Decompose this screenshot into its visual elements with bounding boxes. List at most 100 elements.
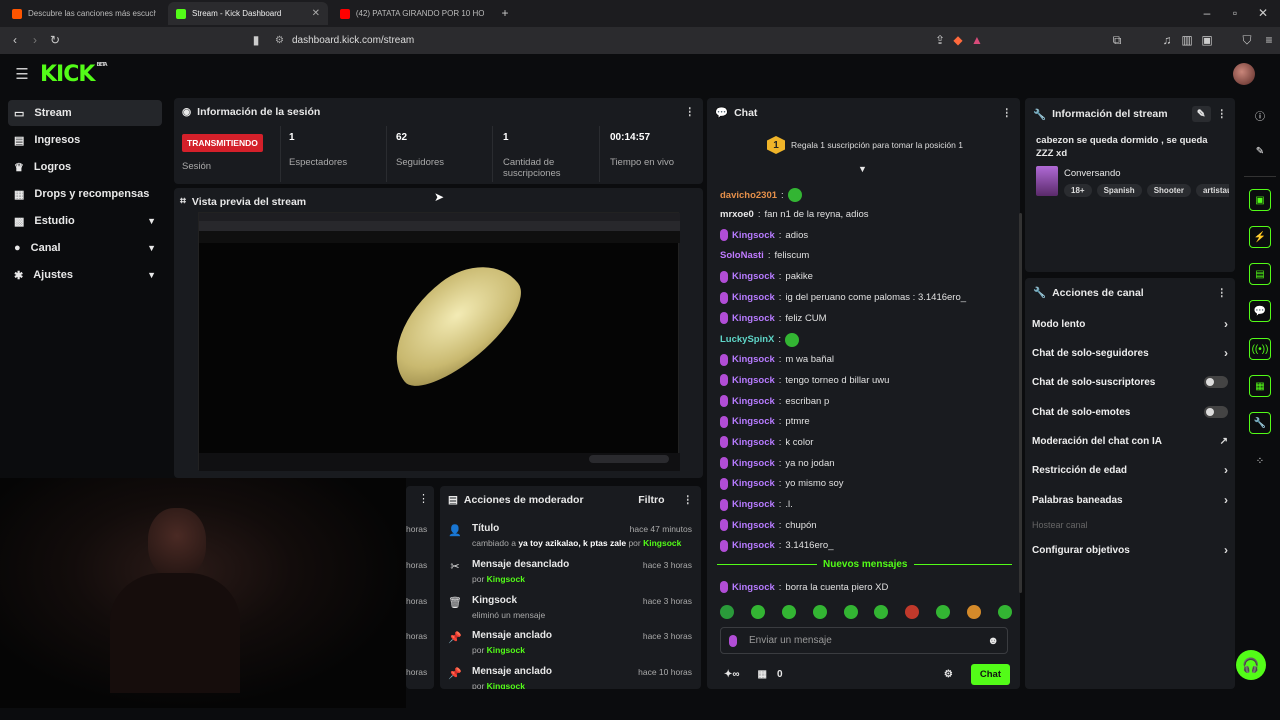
- vpn-icon[interactable]: ⛉: [1240, 33, 1254, 47]
- more-options-icon[interactable]: ⋮: [1002, 107, 1013, 119]
- bookmark-icon[interactable]: ▮: [249, 33, 263, 47]
- browser-tab[interactable]: (42) PATATA GIRANDO POR 10 HORA: [332, 2, 492, 25]
- mod-user[interactable]: Kingsock: [643, 538, 681, 548]
- sidebar-item-estudio[interactable]: ▩ Estudio ▼: [8, 208, 162, 234]
- chat-username[interactable]: Kingsock: [732, 437, 775, 448]
- edit-icon[interactable]: ✎: [1191, 106, 1211, 122]
- subscribers-only-toggle[interactable]: [1204, 376, 1228, 388]
- tag[interactable]: Shooter: [1146, 184, 1191, 197]
- avatar[interactable]: [1233, 63, 1255, 85]
- maximize-button[interactable]: ▫: [1228, 6, 1242, 20]
- action-banned-words[interactable]: Palabras baneadas ›: [1032, 489, 1228, 511]
- brave-shield-icon[interactable]: ◆: [951, 33, 965, 47]
- chat-username[interactable]: Kingsock: [732, 396, 775, 407]
- window-close-button[interactable]: ✕: [1256, 6, 1270, 20]
- sparkle-icon[interactable]: ✦∞: [724, 669, 740, 680]
- site-info-icon[interactable]: ⇪: [933, 33, 947, 47]
- mod-user[interactable]: Kingsock: [487, 574, 525, 584]
- action-age-restriction[interactable]: Restricción de edad ›: [1032, 459, 1228, 481]
- emote-icon[interactable]: [905, 605, 920, 619]
- chat-username[interactable]: Kingsock: [732, 478, 775, 489]
- kick-logo[interactable]: KICK BETA: [40, 62, 108, 87]
- chat-username[interactable]: Kingsock: [732, 416, 775, 427]
- close-icon[interactable]: ✕: [312, 8, 320, 19]
- chat-username[interactable]: SoloNasti: [720, 250, 764, 261]
- browser-menu-icon[interactable]: ≡: [1262, 33, 1276, 47]
- minimize-button[interactable]: –: [1200, 6, 1214, 20]
- emotes-only-toggle[interactable]: [1204, 406, 1228, 418]
- document-icon[interactable]: ▤: [1249, 263, 1271, 285]
- emote-icon[interactable]: [874, 605, 889, 619]
- reload-icon[interactable]: ↻: [48, 33, 62, 47]
- back-icon[interactable]: ‹: [8, 33, 22, 47]
- layout-icon[interactable]: ▦: [1249, 375, 1271, 397]
- chat-username[interactable]: Kingsock: [732, 292, 775, 303]
- chat-username[interactable]: mrxoe0: [720, 209, 754, 220]
- apps-icon[interactable]: ⁘: [1249, 450, 1271, 472]
- info-icon[interactable]: ⓘ: [1249, 104, 1271, 126]
- emote-icon[interactable]: [750, 605, 765, 619]
- mod-user[interactable]: Kingsock: [487, 681, 525, 689]
- sidebar-item-logros[interactable]: ♛ Logros: [8, 154, 162, 180]
- new-tab-button[interactable]: +: [498, 6, 512, 20]
- hamburger-menu-icon[interactable]: ☰: [14, 66, 30, 83]
- action-slow-mode[interactable]: Modo lento ›: [1032, 313, 1228, 335]
- emote-icon[interactable]: [781, 605, 796, 619]
- action-followers-only[interactable]: Chat de solo-seguidores ›: [1032, 342, 1228, 364]
- sidebar-toggle-icon[interactable]: ▥: [1180, 33, 1194, 47]
- tag[interactable]: artistaun: [1195, 184, 1229, 197]
- chat-username[interactable]: Kingsock: [732, 458, 775, 469]
- stream-preview-video[interactable]: [198, 212, 680, 471]
- browser-tab-active[interactable]: Stream - Kick Dashboard ✕: [168, 2, 328, 25]
- extensions-icon[interactable]: ⧉: [1110, 33, 1124, 47]
- tag[interactable]: Spanish: [1096, 184, 1142, 197]
- action-ai-moderation[interactable]: Moderación del chat con IA ↗: [1032, 430, 1228, 452]
- more-options-icon[interactable]: ⋮: [683, 494, 694, 506]
- chat-scrollbar[interactable]: [1019, 213, 1022, 593]
- chat-username[interactable]: Kingsock: [732, 375, 775, 386]
- chat-input[interactable]: Enviar un mensaje ☻: [720, 627, 1008, 654]
- emote-icon[interactable]: [812, 605, 827, 619]
- wallet-icon[interactable]: ▣: [1200, 33, 1214, 47]
- more-options-icon[interactable]: ⋮: [418, 492, 429, 505]
- send-chat-button[interactable]: Chat: [970, 663, 1010, 685]
- media-icon[interactable]: ♫: [1160, 33, 1174, 47]
- chat-username[interactable]: Kingsock: [732, 520, 775, 531]
- more-options-icon[interactable]: ⋮: [1217, 287, 1228, 299]
- emote-icon[interactable]: [967, 605, 981, 619]
- emoji-icon[interactable]: ☻: [987, 635, 999, 647]
- brave-rewards-icon[interactable]: ▲: [970, 33, 984, 47]
- chat-username[interactable]: davicho2301: [720, 190, 777, 201]
- broadcast-icon[interactable]: ((•)): [1249, 338, 1271, 360]
- chat-username[interactable]: LuckySpinX: [720, 334, 774, 345]
- camera-icon[interactable]: ▣: [1249, 189, 1271, 211]
- chat-username[interactable]: Kingsock: [732, 354, 775, 365]
- gift-sub-banner[interactable]: 1 Regala 1 suscripción para tomar la pos…: [767, 136, 963, 154]
- chat-username[interactable]: Kingsock: [732, 499, 775, 510]
- support-button[interactable]: 🎧: [1236, 650, 1266, 680]
- chat-username[interactable]: Kingsock: [732, 271, 775, 282]
- collapse-icon[interactable]: ▼: [858, 164, 867, 174]
- chat-username[interactable]: Kingsock: [732, 313, 775, 324]
- category-name[interactable]: Conversando: [1064, 168, 1121, 179]
- lightning-icon[interactable]: ⚡: [1249, 226, 1271, 248]
- pencil-icon[interactable]: ✎: [1249, 140, 1271, 162]
- wrench-icon[interactable]: 🔧: [1249, 412, 1271, 434]
- tag[interactable]: 18+: [1064, 184, 1092, 197]
- chat-bubble-icon[interactable]: 💬: [1249, 300, 1271, 322]
- chat-username[interactable]: Kingsock: [732, 582, 775, 593]
- sidebar-item-ajustes[interactable]: ✱ Ajustes ▼: [8, 262, 162, 288]
- sidebar-item-ingresos[interactable]: ▤ Ingresos: [8, 127, 162, 153]
- gift-icon[interactable]: ▦: [758, 669, 767, 680]
- browser-tab[interactable]: Descubre las canciones más escuchadas: [4, 2, 164, 25]
- url-field[interactable]: ⚙ dashboard.kick.com/stream: [275, 32, 414, 48]
- emote-icon[interactable]: [936, 605, 951, 619]
- sidebar-item-stream[interactable]: ▭ Stream: [8, 100, 162, 126]
- new-messages-label[interactable]: Nuevos mensajes: [817, 559, 914, 570]
- action-configure-goals[interactable]: Configurar objetivos ›: [1032, 539, 1228, 561]
- mod-user[interactable]: Kingsock: [487, 645, 525, 655]
- sidebar-item-drops[interactable]: ▦ Drops y recompensas: [8, 181, 162, 207]
- more-options-icon[interactable]: ⋮: [685, 106, 696, 118]
- emote-icon[interactable]: [720, 605, 734, 619]
- filter-button[interactable]: Filtro: [638, 494, 664, 506]
